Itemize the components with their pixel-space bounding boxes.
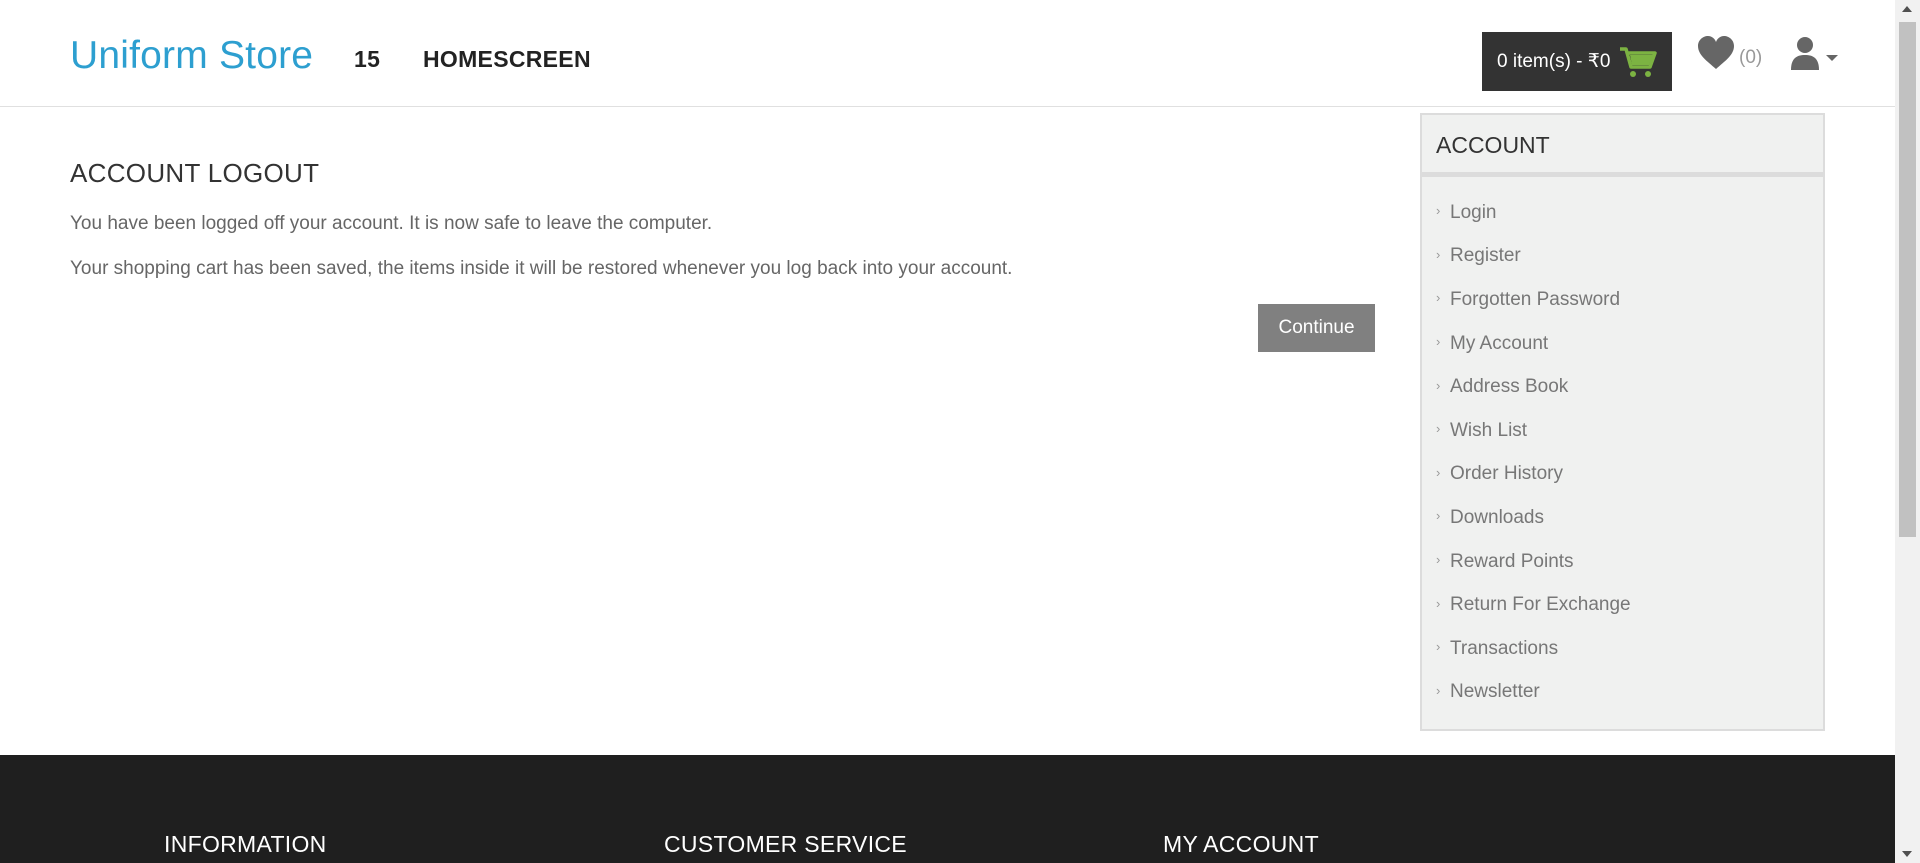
logout-message: You have been logged off your account. I… <box>70 213 713 234</box>
sidebar-item-label: Order History <box>1450 463 1563 485</box>
user-menu[interactable] <box>1790 36 1838 70</box>
sidebar-item-downloads[interactable]: › Downloads <box>1422 496 1823 540</box>
sidebar-item-login[interactable]: › Login <box>1422 191 1823 235</box>
scroll-up-arrow-icon[interactable] <box>1902 6 1912 12</box>
sidebar-item-label: Wish List <box>1450 419 1528 441</box>
sidebar-item-my-account[interactable]: › My Account <box>1422 322 1823 366</box>
sidebar-item-order-history[interactable]: › Order History <box>1422 453 1823 497</box>
wishlist-count: (0) <box>1739 47 1763 68</box>
sidebar-item-reward-points[interactable]: › Reward Points <box>1422 540 1823 584</box>
sidebar-item-transactions[interactable]: › Transactions <box>1422 627 1823 671</box>
sidebar-item-label: Address Book <box>1450 376 1569 398</box>
sidebar-item-label: Transactions <box>1450 637 1559 659</box>
sidebar-item-register[interactable]: › Register <box>1422 235 1823 279</box>
sidebar-item-newsletter[interactable]: › Newsletter <box>1422 671 1823 715</box>
account-sidebar: ACCOUNT › Login › Register › Forgotten Pass… <box>1420 113 1825 731</box>
sidebar-item-label: Newsletter <box>1450 681 1540 703</box>
vertical-scrollbar[interactable] <box>1895 0 1920 863</box>
sidebar-item-label: Forgotten Password <box>1450 288 1621 310</box>
sidebar-item-label: Reward Points <box>1450 550 1574 572</box>
chevron-down-icon <box>1826 55 1838 61</box>
cart-button[interactable]: 0 item(s) - ₹0 <box>1482 32 1672 91</box>
chevron-right-icon: › <box>1436 377 1441 393</box>
sidebar-item-return-for-exchange[interactable]: › Return For Exchange <box>1422 583 1823 627</box>
cart-saved-message: Your shopping cart has been saved, the i… <box>70 258 1013 279</box>
sidebar-item-label: My Account <box>1450 332 1549 354</box>
sidebar-item-label: Return For Exchange <box>1450 594 1631 616</box>
scrollbar-thumb[interactable] <box>1899 22 1916 537</box>
heart-icon <box>1698 36 1734 69</box>
sidebar-list: › Login › Register › Forgotten Password › My… <box>1422 177 1823 714</box>
sidebar-title: ACCOUNT <box>1422 115 1823 177</box>
sidebar-item-label: Login <box>1450 201 1497 223</box>
chevron-right-icon: › <box>1436 595 1441 611</box>
chevron-right-icon: › <box>1436 508 1441 524</box>
footer-heading-my-account: MY ACCOUNT <box>1163 831 1319 857</box>
cart-icon <box>1620 46 1658 77</box>
chevron-right-icon: › <box>1436 464 1441 480</box>
chevron-right-icon: › <box>1436 639 1441 655</box>
sidebar-item-label: Downloads <box>1450 506 1544 528</box>
continue-button[interactable]: Continue <box>1258 304 1375 352</box>
cart-summary: 0 item(s) - ₹0 <box>1497 51 1611 72</box>
user-icon <box>1791 37 1819 70</box>
chevron-right-icon: › <box>1436 246 1441 262</box>
store-logo[interactable]: Uniform Store <box>70 34 313 78</box>
site-footer: INFORMATION CUSTOMER SERVICE MY ACCOUNT <box>0 755 1895 863</box>
footer-heading-information: INFORMATION <box>164 831 327 857</box>
chevron-right-icon: › <box>1436 334 1441 350</box>
nav-item-15[interactable]: 15 <box>354 46 380 73</box>
sidebar-item-wish-list[interactable]: › Wish List <box>1422 409 1823 453</box>
footer-heading-customer-service: CUSTOMER SERVICE <box>664 831 907 857</box>
chevron-right-icon: › <box>1436 203 1441 219</box>
site-header: Uniform Store 15 HOMESCREEN 0 item(s) - … <box>0 0 1895 107</box>
chevron-right-icon: › <box>1436 421 1441 437</box>
nav-item-homescreen[interactable]: HOMESCREEN <box>423 46 591 73</box>
page-title: ACCOUNT LOGOUT <box>70 158 320 188</box>
sidebar-item-forgotten-password[interactable]: › Forgotten Password <box>1422 278 1823 322</box>
chevron-right-icon: › <box>1436 552 1441 568</box>
chevron-right-icon: › <box>1436 682 1441 698</box>
chevron-right-icon: › <box>1436 290 1441 306</box>
sidebar-item-label: Register <box>1450 245 1521 267</box>
sidebar-item-address-book[interactable]: › Address Book <box>1422 365 1823 409</box>
wishlist-link[interactable]: (0) <box>1697 36 1762 70</box>
scroll-down-arrow-icon[interactable] <box>1902 851 1912 857</box>
